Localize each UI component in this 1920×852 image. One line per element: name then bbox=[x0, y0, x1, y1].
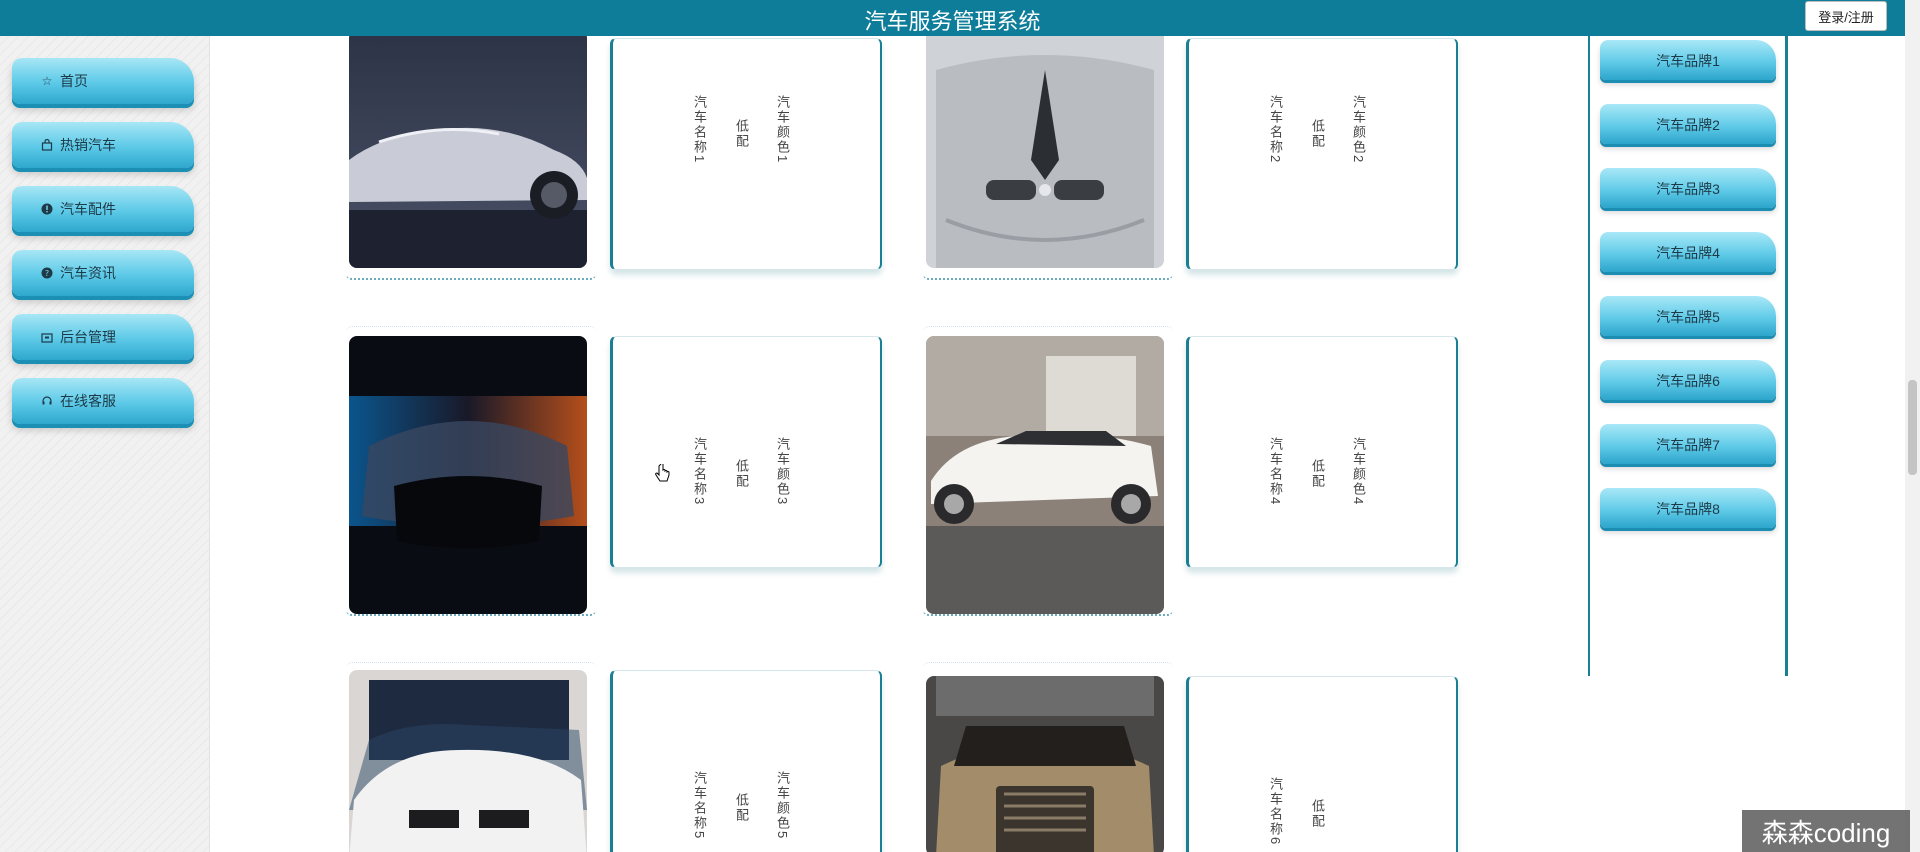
car-config: 低配 bbox=[734, 119, 749, 149]
brand-label: 汽车品牌6 bbox=[1656, 373, 1720, 389]
car-info-card[interactable]: 汽车名称4 低配 汽车颜色4 bbox=[1186, 336, 1458, 568]
question-icon: ? bbox=[40, 266, 54, 280]
car-config: 低配 bbox=[1310, 799, 1325, 829]
header-bar: 汽车服务管理系统 登录/注册 bbox=[0, 0, 1905, 36]
brand-label: 汽车品牌3 bbox=[1656, 181, 1720, 197]
car-color: 汽车颜色3 bbox=[775, 437, 790, 507]
brand-label: 汽车品牌1 bbox=[1656, 53, 1720, 69]
car-image[interactable] bbox=[349, 36, 587, 268]
car-info-card[interactable]: 汽车名称3 低配 汽车颜色3 bbox=[610, 336, 882, 568]
car-config: 低配 bbox=[734, 793, 749, 823]
brand-list-panel: 汽车品牌1 汽车品牌2 汽车品牌3 汽车品牌4 汽车品牌5 汽车品牌6 汽车品牌… bbox=[1588, 36, 1788, 676]
brand-item[interactable]: 汽车品牌4 bbox=[1600, 232, 1776, 272]
car-config: 低配 bbox=[734, 459, 749, 489]
brand-item[interactable]: 汽车品牌7 bbox=[1600, 424, 1776, 464]
car-color: 汽车颜色4 bbox=[1351, 437, 1366, 507]
login-register-button[interactable]: 登录/注册 bbox=[1805, 1, 1887, 31]
folder-icon bbox=[40, 330, 54, 344]
car-config: 低配 bbox=[1310, 459, 1325, 489]
car-listing-area: 汽车名称1 低配 汽车颜色1 汽车名称2 低配 汽车颜色2 汽车名称3 低配 汽… bbox=[210, 36, 1588, 852]
sidebar-item-label: 首页 bbox=[60, 73, 88, 89]
watermark: 森森coding bbox=[1742, 810, 1910, 852]
sidebar-item-label: 汽车资讯 bbox=[60, 265, 116, 281]
brand-label: 汽车品牌7 bbox=[1656, 437, 1720, 453]
brand-item[interactable]: 汽车品牌8 bbox=[1600, 488, 1776, 528]
brand-item[interactable]: 汽车品牌6 bbox=[1600, 360, 1776, 400]
car-image[interactable] bbox=[926, 336, 1164, 614]
brand-item[interactable]: 汽车品牌1 bbox=[1600, 40, 1776, 80]
car-image[interactable] bbox=[926, 676, 1164, 852]
page-title: 汽车服务管理系统 bbox=[864, 9, 1041, 34]
car-name: 汽车名称3 bbox=[692, 437, 707, 507]
sidebar-item-label: 热销汽车 bbox=[60, 137, 116, 153]
car-name: 汽车名称6 bbox=[1268, 777, 1283, 847]
hand-cursor-icon bbox=[655, 464, 670, 482]
brand-label: 汽车品牌2 bbox=[1656, 117, 1720, 133]
sidebar-item-home[interactable]: ☆ 首页 bbox=[12, 58, 194, 104]
sidebar-item-label: 在线客服 bbox=[60, 393, 116, 409]
car-color: 汽车颜色5 bbox=[775, 771, 790, 841]
bag-icon bbox=[40, 138, 54, 152]
car-info-card[interactable]: 汽车名称5 低配 汽车颜色5 bbox=[610, 670, 882, 852]
car-config: 低配 bbox=[1310, 119, 1325, 149]
car-image[interactable] bbox=[926, 36, 1164, 268]
brand-item[interactable]: 汽车品牌5 bbox=[1600, 296, 1776, 336]
car-color: 汽车颜色2 bbox=[1351, 95, 1366, 165]
headset-icon bbox=[40, 394, 54, 408]
sidebar-item-label: 汽车配件 bbox=[60, 201, 116, 217]
car-image[interactable] bbox=[349, 336, 587, 614]
left-sidebar: ☆ 首页 热销汽车 汽车配件 ? 汽车资讯 后台管理 在线客服 bbox=[0, 36, 210, 852]
car-info-card[interactable]: 汽车名称6 低配 bbox=[1186, 676, 1458, 852]
car-name: 汽车名称2 bbox=[1268, 95, 1283, 165]
car-name: 汽车名称5 bbox=[692, 771, 707, 841]
page-scrollbar[interactable] bbox=[1905, 0, 1920, 852]
info-icon bbox=[40, 202, 54, 216]
car-info-card[interactable]: 汽车名称2 低配 汽车颜色2 bbox=[1186, 38, 1458, 270]
sidebar-item-hot-cars[interactable]: 热销汽车 bbox=[12, 122, 194, 168]
sidebar-item-label: 后台管理 bbox=[60, 329, 116, 345]
sidebar-item-admin[interactable]: 后台管理 bbox=[12, 314, 194, 360]
car-name: 汽车名称4 bbox=[1268, 437, 1283, 507]
star-icon: ☆ bbox=[41, 74, 53, 88]
brand-label: 汽车品牌5 bbox=[1656, 309, 1720, 325]
brand-item[interactable]: 汽车品牌3 bbox=[1600, 168, 1776, 208]
car-name: 汽车名称1 bbox=[692, 95, 707, 165]
sidebar-item-parts[interactable]: 汽车配件 bbox=[12, 186, 194, 232]
sidebar-item-support[interactable]: 在线客服 bbox=[12, 378, 194, 424]
car-image[interactable] bbox=[349, 670, 587, 852]
car-info-card[interactable]: 汽车名称1 低配 汽车颜色1 bbox=[610, 38, 882, 270]
car-color: 汽车颜色1 bbox=[775, 95, 790, 165]
brand-label: 汽车品牌8 bbox=[1656, 501, 1720, 517]
brand-item[interactable]: 汽车品牌2 bbox=[1600, 104, 1776, 144]
scrollbar-thumb[interactable] bbox=[1908, 380, 1917, 475]
sidebar-item-news[interactable]: ? 汽车资讯 bbox=[12, 250, 194, 296]
brand-label: 汽车品牌4 bbox=[1656, 245, 1720, 261]
svg-text:?: ? bbox=[45, 269, 49, 278]
